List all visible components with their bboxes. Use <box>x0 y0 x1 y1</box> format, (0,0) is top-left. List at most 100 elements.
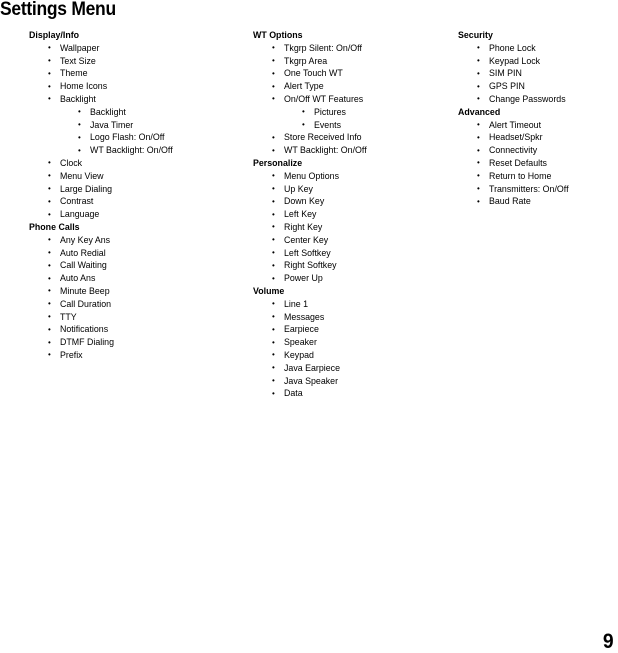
menu-item[interactable]: Data <box>253 388 453 401</box>
menu-item-label: Change Passwords <box>489 93 566 105</box>
menu-item-label: Any Key Ans <box>60 234 111 246</box>
menu-section: WT OptionsTkgrp Silent: On/OffTkgrp Area… <box>253 30 453 158</box>
menu-item[interactable]: Left Softkey <box>253 247 453 261</box>
menu-section: Phone CallsAny Key AnsAuto RedialCall Wa… <box>29 222 244 363</box>
menu-item[interactable]: Messages <box>253 311 453 325</box>
menu-item[interactable]: Transmitters: On/Off <box>458 183 613 197</box>
menu-item-label: WT Backlight: On/Off <box>90 145 173 157</box>
page-title: Settings Menu <box>0 0 116 20</box>
menu-item[interactable]: Theme <box>29 68 244 81</box>
menu-item[interactable]: Alert Timeout <box>458 119 613 133</box>
menu-item-label: Speaker <box>284 337 317 349</box>
menu-item[interactable]: Earpiece <box>253 324 453 337</box>
menu-item-label: Tkgrp Area <box>284 55 328 67</box>
menu-subitem[interactable]: Java Timer <box>29 119 244 133</box>
menu-item[interactable]: Backlight <box>29 93 244 107</box>
menu-item[interactable]: One Touch WT <box>253 68 453 81</box>
menu-item[interactable]: WT Backlight: On/Off <box>253 145 453 158</box>
menu-item[interactable]: Home Icons <box>29 81 244 94</box>
menu-item[interactable]: Headset/Spkr <box>458 132 613 145</box>
menu-item[interactable]: Connectivity <box>458 145 613 158</box>
menu-item[interactable]: Keypad Lock <box>458 55 613 69</box>
menu-item[interactable]: Line 1 <box>253 298 453 312</box>
settings-menu-page: Settings Menu Display/InfoWallpaperText … <box>0 0 618 653</box>
menu-item[interactable]: Return to Home <box>458 170 613 184</box>
menu-subitem[interactable]: Logo Flash: On/Off <box>29 132 244 145</box>
menu-item-label: Java Earpiece <box>284 362 340 374</box>
menu-item[interactable]: TTY <box>29 311 244 325</box>
menu-item-label: Keypad Lock <box>489 55 541 67</box>
menu-item[interactable]: Right Key <box>253 221 453 235</box>
menu-item-label: Prefix <box>60 349 83 361</box>
menu-item[interactable]: Baud Rate <box>458 196 613 209</box>
menu-item[interactable]: Speaker <box>253 337 453 350</box>
menu-item[interactable]: DTMF Dialing <box>29 337 244 350</box>
section-heading: Phone Calls <box>29 221 80 233</box>
menu-item[interactable]: Change Passwords <box>458 93 613 107</box>
menu-list: Phone LockKeypad LockSIM PINGPS PINChang… <box>458 42 613 107</box>
menu-item-label: Java Timer <box>90 119 134 131</box>
menu-item[interactable]: Tkgrp Area <box>253 55 453 69</box>
menu-item[interactable]: Menu Options <box>253 170 453 184</box>
menu-item[interactable]: Large Dialing <box>29 183 244 197</box>
menu-item[interactable]: Call Duration <box>29 298 244 312</box>
menu-item-label: Power Up <box>284 273 323 285</box>
menu-item[interactable]: Center Key <box>253 234 453 248</box>
menu-subitem[interactable]: WT Backlight: On/Off <box>29 145 244 158</box>
menu-item-label: Minute Beep <box>60 285 110 297</box>
menu-item[interactable]: Java Earpiece <box>253 362 453 376</box>
menu-item[interactable]: Wallpaper <box>29 42 244 56</box>
menu-item[interactable]: GPS PIN <box>458 81 613 94</box>
menu-item-label: Connectivity <box>489 145 538 157</box>
menu-sublist: BacklightJava TimerLogo Flash: On/OffWT … <box>29 106 244 158</box>
menu-item[interactable]: Auto Redial <box>29 247 244 261</box>
menu-item[interactable]: Language <box>29 209 244 222</box>
menu-list: Any Key AnsAuto RedialCall WaitingAuto A… <box>29 234 244 363</box>
menu-item-label: Down Key <box>284 196 325 208</box>
menu-item-label: Auto Ans <box>60 273 96 285</box>
menu-item-label: Left Softkey <box>284 247 331 259</box>
menu-item[interactable]: Keypad <box>253 349 453 363</box>
menu-item[interactable]: Java Speaker <box>253 375 453 389</box>
menu-item-label: Backlight <box>60 93 96 105</box>
menu-item-label: SIM PIN <box>489 68 522 80</box>
menu-subitem[interactable]: Events <box>253 119 453 133</box>
menu-item[interactable]: Prefix <box>29 349 244 363</box>
menu-list: Alert TimeoutHeadset/SpkrConnectivityRes… <box>458 119 613 210</box>
menu-section: PersonalizeMenu OptionsUp KeyDown KeyLef… <box>253 158 453 286</box>
menu-item[interactable]: Menu View <box>29 170 244 184</box>
menu-item[interactable]: Store Received Info <box>253 132 453 145</box>
menu-item[interactable]: Right Softkey <box>253 260 453 273</box>
menu-list: Tkgrp Silent: On/OffTkgrp AreaOne Touch … <box>253 42 453 158</box>
menu-item-label: Reset Defaults <box>489 157 547 169</box>
menu-item[interactable]: Text Size <box>29 55 244 69</box>
menu-item[interactable]: Call Waiting <box>29 260 244 273</box>
menu-item-label: Menu Options <box>284 170 340 182</box>
menu-item[interactable]: Phone Lock <box>458 42 613 56</box>
menu-item[interactable]: On/Off WT Features <box>253 93 453 107</box>
menu-item[interactable]: Tkgrp Silent: On/Off <box>253 42 453 56</box>
menu-item[interactable]: Notifications <box>29 324 244 337</box>
menu-item-label: TTY <box>60 311 77 323</box>
menu-subitem[interactable]: Backlight <box>29 106 244 120</box>
menu-item-label: Java Speaker <box>284 375 339 387</box>
menu-item[interactable]: Alert Type <box>253 81 453 94</box>
menu-item-label: Messages <box>284 311 325 323</box>
menu-item[interactable]: Clock <box>29 157 244 171</box>
menu-item[interactable]: Auto Ans <box>29 273 244 286</box>
menu-item[interactable]: Contrast <box>29 196 244 209</box>
menu-item[interactable]: Down Key <box>253 196 453 209</box>
menu-item[interactable]: Any Key Ans <box>29 234 244 248</box>
menu-item[interactable]: Reset Defaults <box>458 157 613 171</box>
menu-item[interactable]: SIM PIN <box>458 68 613 81</box>
menu-item[interactable]: Minute Beep <box>29 285 244 299</box>
menu-item[interactable]: Left Key <box>253 209 453 222</box>
menu-subitem[interactable]: Pictures <box>253 106 453 120</box>
menu-section: AdvancedAlert TimeoutHeadset/SpkrConnect… <box>458 107 613 209</box>
menu-item[interactable]: Up Key <box>253 183 453 197</box>
menu-item[interactable]: Power Up <box>253 273 453 286</box>
menu-list: Menu OptionsUp KeyDown KeyLeft KeyRight … <box>253 170 453 286</box>
menu-list: Line 1MessagesEarpieceSpeakerKeypadJava … <box>253 298 453 401</box>
menu-item-label: Home Icons <box>60 81 108 93</box>
menu-item-label: Contrast <box>60 196 94 208</box>
